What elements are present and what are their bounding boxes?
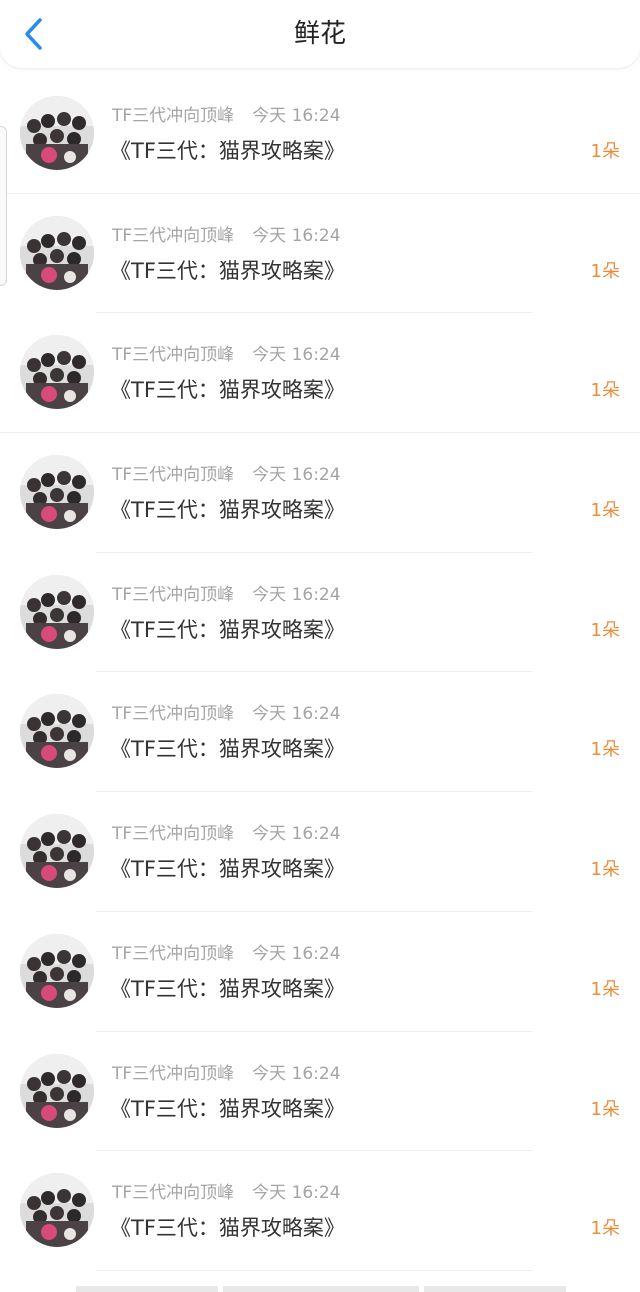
flower-count: 1朵	[590, 978, 620, 1000]
flower-count: 1朵	[590, 500, 620, 522]
avatar[interactable]	[20, 574, 94, 649]
timestamp: 今天 16:24	[252, 1063, 341, 1084]
author-name[interactable]: TF三代冲向顶峰	[112, 226, 234, 246]
author-name[interactable]: TF三代冲向顶峰	[112, 465, 234, 485]
timestamp: 今天 16:24	[252, 1183, 341, 1204]
list-item[interactable]: TF三代冲向顶峰 今天 16:24 《TF三代：猫界攻略案》 1朵	[0, 313, 640, 434]
flower-count: 1朵	[590, 619, 620, 641]
avatar[interactable]	[20, 1053, 94, 1128]
item-meta: TF三代冲向顶峰 今天 16:24	[112, 104, 341, 128]
list-item[interactable]: TF三代冲向顶峰 今天 16:24 《TF三代：猫界攻略案》 1朵	[0, 672, 640, 793]
avatar[interactable]	[20, 694, 94, 769]
item-meta: TF三代冲向顶峰 今天 16:24	[112, 463, 341, 487]
author-name[interactable]: TF三代冲向顶峰	[112, 585, 234, 605]
divider	[96, 1269, 532, 1271]
timestamp: 今天 16:24	[252, 106, 341, 126]
item-meta: TF三代冲向顶峰 今天 16:24	[112, 1181, 341, 1205]
book-title[interactable]: 《TF三代：猫界攻略案》	[110, 734, 345, 764]
side-drawer-handle[interactable]	[0, 126, 7, 286]
book-title[interactable]: 《TF三代：猫界攻略案》	[110, 974, 345, 1004]
flower-count: 1朵	[590, 141, 620, 162]
item-meta: TF三代冲向顶峰 今天 16:24	[112, 1062, 341, 1086]
timestamp: 今天 16:24	[252, 943, 341, 964]
timestamp: 今天 16:24	[252, 824, 341, 845]
book-title[interactable]: 《TF三代：猫界攻略案》	[110, 495, 345, 525]
book-title[interactable]: 《TF三代：猫界攻略案》	[110, 1094, 345, 1124]
item-meta: TF三代冲向顶峰 今天 16:24	[112, 822, 341, 846]
timestamp: 今天 16:24	[252, 225, 341, 246]
flower-count: 1朵	[590, 1218, 620, 1240]
list-item[interactable]: TF三代冲向顶峰 今天 16:24 《TF三代：猫界攻略案》 1朵	[0, 1151, 640, 1271]
avatar[interactable]	[20, 215, 94, 290]
top-bar: 鲜花	[0, 0, 640, 68]
list-item[interactable]: TF三代冲向顶峰 今天 16:24 《TF三代：猫界攻略案》 1朵	[0, 553, 640, 673]
list-item[interactable]: TF三代冲向顶峰 今天 16:24 《TF三代：猫界攻略案》 1朵	[0, 1032, 640, 1152]
list-item[interactable]: TF三代冲向顶峰 今天 16:24 《TF三代：猫界攻略案》 1朵	[0, 792, 640, 912]
timestamp: 今天 16:24	[252, 345, 341, 366]
timestamp: 今天 16:24	[252, 704, 341, 725]
author-name[interactable]: TF三代冲向顶峰	[112, 1064, 234, 1084]
item-meta: TF三代冲向顶峰 今天 16:24	[112, 583, 341, 607]
flower-count: 1朵	[590, 859, 620, 881]
author-name[interactable]: TF三代冲向顶峰	[112, 345, 234, 365]
avatar[interactable]	[20, 335, 94, 410]
avatar[interactable]	[20, 1173, 94, 1248]
author-name[interactable]: TF三代冲向顶峰	[112, 106, 234, 126]
page-title: 鲜花	[293, 19, 346, 49]
list-item[interactable]: TF三代冲向顶峰 今天 16:24 《TF三代：猫界攻略案》 1朵	[0, 194, 640, 314]
author-name[interactable]: TF三代冲向顶峰	[112, 1183, 234, 1203]
flower-count: 1朵	[590, 380, 620, 402]
book-title[interactable]: 《TF三代：猫界攻略案》	[110, 1213, 345, 1243]
list-item[interactable]: TF三代冲向顶峰 今天 16:24 《TF三代：猫界攻略案》 1朵	[0, 433, 640, 553]
book-title[interactable]: 《TF三代：猫界攻略案》	[110, 615, 345, 645]
flower-count: 1朵	[590, 739, 620, 761]
avatar[interactable]	[20, 933, 94, 1008]
timestamp: 今天 16:24	[252, 465, 341, 486]
item-meta: TF三代冲向顶峰 今天 16:24	[112, 702, 341, 726]
list-item[interactable]: TF三代冲向顶峰 今天 16:24 《TF三代：猫界攻略案》 1朵	[0, 74, 640, 194]
author-name[interactable]: TF三代冲向顶峰	[112, 824, 234, 844]
item-meta: TF三代冲向顶峰 今天 16:24	[112, 224, 341, 248]
flower-count: 1朵	[590, 1098, 620, 1120]
book-title[interactable]: 《TF三代：猫界攻略案》	[110, 375, 345, 405]
list-item[interactable]: TF三代冲向顶峰 今天 16:24 《TF三代：猫界攻略案》 1朵	[0, 912, 640, 1032]
book-title[interactable]: 《TF三代：猫界攻略案》	[110, 854, 345, 884]
flower-gift-list: TF三代冲向顶峰 今天 16:24 《TF三代：猫界攻略案》 1朵 TF三代冲向…	[0, 74, 640, 1271]
bottom-edge	[76, 1286, 566, 1292]
avatar[interactable]	[20, 96, 94, 170]
author-name[interactable]: TF三代冲向顶峰	[112, 704, 234, 724]
timestamp: 今天 16:24	[252, 584, 341, 605]
avatar[interactable]	[20, 455, 94, 530]
book-title[interactable]: 《TF三代：猫界攻略案》	[110, 136, 345, 166]
item-meta: TF三代冲向顶峰 今天 16:24	[112, 343, 341, 367]
author-name[interactable]: TF三代冲向顶峰	[112, 944, 234, 964]
avatar[interactable]	[20, 814, 94, 889]
flower-count: 1朵	[590, 260, 620, 282]
book-title[interactable]: 《TF三代：猫界攻略案》	[110, 256, 345, 286]
item-meta: TF三代冲向顶峰 今天 16:24	[112, 942, 341, 966]
